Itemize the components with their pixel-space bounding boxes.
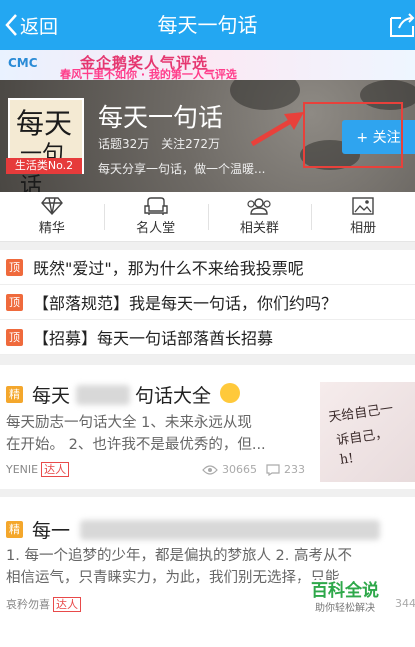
- pinned-badge: 顶: [6, 293, 23, 311]
- sofa-icon: [143, 197, 168, 215]
- view-count-value: 344: [395, 597, 415, 610]
- group-description: 每天分享一句话，做一个温暖...: [98, 162, 266, 176]
- blurred-text: [76, 385, 130, 405]
- rank-badge: 生活类No.2: [6, 158, 82, 174]
- pinned-post[interactable]: 顶 【招募】每天一句话部落酋长招募: [0, 320, 415, 355]
- group-stats: 话题32万 关注272万: [98, 135, 228, 152]
- featured-badge: 精: [6, 386, 23, 403]
- tab-label: 相关群: [239, 221, 279, 236]
- diamond-icon: [40, 197, 63, 215]
- tab-related-groups[interactable]: 相关群: [207, 192, 312, 241]
- featured-badge: 精: [6, 521, 23, 538]
- tab-hall-of-fame[interactable]: 名人堂: [103, 192, 208, 241]
- author-name: YENIE: [6, 463, 39, 476]
- post-title-end: 句话大全: [135, 385, 212, 407]
- view-count: 344: [395, 597, 415, 610]
- post-excerpt-line-2: 相信运气，只青睐实力，为此，我们别无选择，只能: [6, 570, 340, 586]
- section-divider: [0, 355, 415, 365]
- author-tag: 达人: [53, 596, 81, 612]
- pinned-post-title: 既然"爱过"，那为什么不来给我投票呢: [33, 259, 304, 278]
- post-title-start: 每天: [32, 385, 71, 407]
- author-tag: 达人: [41, 462, 70, 477]
- watermark-logo: 百科全说 助你轻松解决: [300, 580, 390, 620]
- post-item[interactable]: 精 每一 1. 每一个追梦的少年，都是偏执的梦旅人 2. 高考从不 相信运气，只…: [0, 505, 415, 647]
- banner-logo: CMC: [8, 56, 38, 70]
- topic-count: 话题32万: [98, 137, 150, 151]
- tab-label: 名人堂: [136, 221, 176, 236]
- tab-album[interactable]: 相册: [311, 192, 415, 241]
- view-count: 30665: [202, 463, 257, 476]
- ad-banner[interactable]: CMC 金企鹅奖人气评选 春风十里不如你 · 我的第一人气评选: [0, 50, 415, 80]
- eye-icon: [202, 464, 218, 475]
- post-excerpt-line-1: 1. 每一个追梦的少年，都是偏执的梦旅人 2. 高考从不: [6, 548, 352, 564]
- thumb-text-3: h!: [339, 451, 355, 468]
- pinned-post[interactable]: 顶 既然"爱过"，那为什么不来给我投票呢: [0, 250, 415, 285]
- pinned-post[interactable]: 顶 【部落规范】我是每天一句话，你们约吗？: [0, 285, 415, 320]
- author-name: 哀矜勿喜: [6, 598, 50, 611]
- watermark-subtitle: 助你轻松解决: [315, 603, 375, 614]
- thumb-text-2: 诉自己，: [335, 426, 390, 449]
- group-icon: [247, 198, 271, 215]
- post-thumbnail[interactable]: 天给自己一 诉自己， h!: [320, 382, 415, 482]
- watermark-title: 百科全说: [311, 581, 379, 601]
- view-count-value: 30665: [222, 463, 257, 476]
- blurred-text: [80, 520, 380, 540]
- follower-count: 关注272万: [161, 137, 221, 151]
- pinned-badge: 顶: [6, 258, 23, 276]
- tab-jinghua[interactable]: 精华: [0, 192, 104, 241]
- share-button[interactable]: [387, 12, 415, 38]
- group-name: 每天一句话: [98, 103, 224, 132]
- arrow-annotation: [250, 112, 304, 147]
- pinned-badge: 顶: [6, 328, 23, 346]
- image-icon: [352, 197, 374, 215]
- tab-label: 相册: [350, 221, 377, 236]
- emoji-icon: [220, 383, 240, 403]
- thumb-text-1: 天给自己一: [327, 401, 395, 426]
- post-author[interactable]: YENIE 达人: [6, 462, 70, 477]
- post-title-start: 每一: [32, 520, 71, 542]
- page-title: 每天一句话: [157, 13, 258, 37]
- pinned-post-title: 【招募】每天一句话部落酋长招募: [33, 329, 274, 348]
- tab-label: 精华: [38, 221, 65, 236]
- comment-icon: [266, 463, 280, 476]
- tab-bar: 精华 名人堂 相关群 相册: [0, 192, 415, 242]
- banner-subtext: 春风十里不如你 · 我的第一人气评选: [60, 68, 237, 80]
- share-icon: [390, 13, 415, 37]
- pinned-post-title: 【部落规范】我是每天一句话，你们约吗？: [33, 294, 338, 313]
- post-excerpt-line-2: 在开始。 2、也许我不是最优秀的，但...: [6, 437, 266, 453]
- highlight-box: [303, 102, 403, 168]
- post-author[interactable]: 哀矜勿喜 达人: [6, 596, 81, 612]
- top-bar: 返回 每天一句话: [0, 0, 415, 50]
- post-excerpt-line-1: 每天励志一句话大全 1、未来永远从现: [6, 415, 252, 431]
- comment-count-value: 233: [284, 463, 305, 476]
- comment-count: 233: [266, 463, 305, 476]
- section-divider: [0, 242, 415, 250]
